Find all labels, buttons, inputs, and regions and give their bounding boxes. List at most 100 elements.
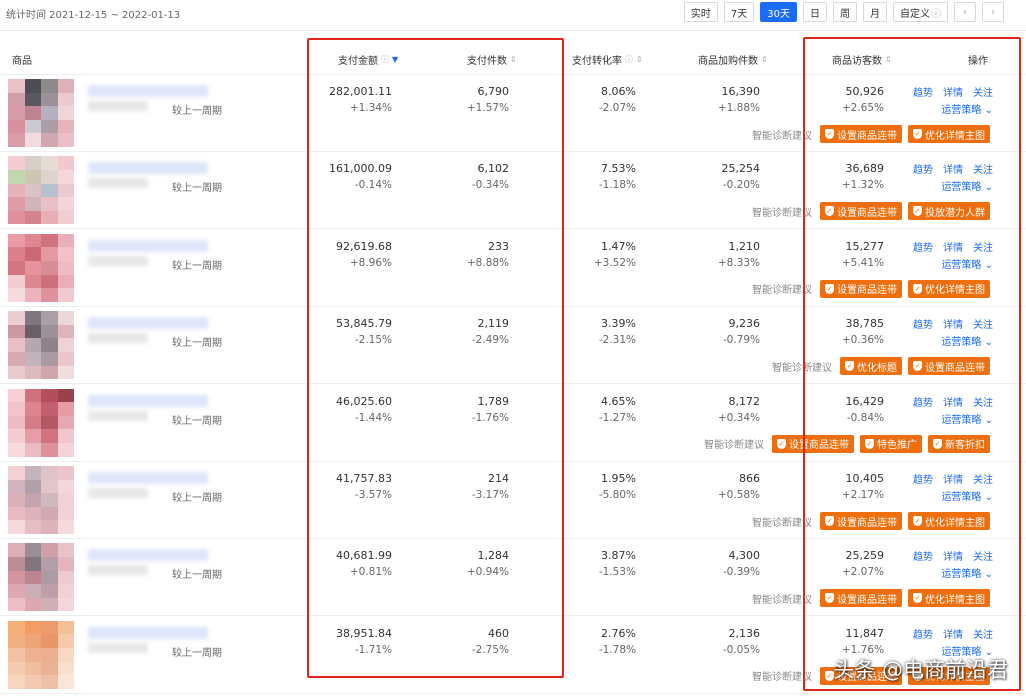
follow-link[interactable]: 关注 (973, 239, 993, 254)
cart-count-value: 4,300 (728, 549, 761, 563)
follow-link[interactable]: 关注 (973, 84, 993, 99)
cart-count-value: 8,172 (728, 394, 761, 408)
visitors-change: +2.65% (841, 102, 884, 114)
detail-link[interactable]: 详情 (943, 161, 963, 176)
follow-link[interactable]: 关注 (973, 161, 993, 176)
product-title-blurred[interactable] (88, 317, 208, 330)
product-title-blurred[interactable] (88, 239, 208, 252)
product-thumbnail[interactable] (8, 233, 74, 302)
operation-strategy-dropdown[interactable]: 运营策略 ⌄ (913, 488, 993, 503)
top-bar: 统计时间 2021-12-15 ~ 2022-01-13 实时 7天 30天 日… (0, 0, 1026, 28)
pay-amount-value: 38,951.84 (336, 626, 392, 640)
product-thumbnail[interactable] (8, 543, 74, 612)
detail-link[interactable]: 详情 (943, 239, 963, 254)
period-realtime-button[interactable]: 实时 (683, 2, 718, 22)
suggestion-tag-button[interactable]: ✓ 设置商品连带 (908, 357, 990, 376)
visitors-value: 25,259 (845, 549, 885, 563)
trend-link[interactable]: 趋势 (913, 471, 933, 486)
suggestion-tag-button[interactable]: ✓ 优化标题 (840, 357, 902, 376)
sort-icon[interactable]: ⇕ (510, 55, 517, 64)
col-visitors[interactable]: 商品访客数 ⇕ (832, 52, 892, 67)
col-pay-amount[interactable]: 支付金额 ⓘ ▼ (338, 52, 398, 67)
suggestion-tag-button[interactable]: ✓ 设置商品连带 (820, 512, 902, 530)
period-week-button[interactable]: 周 (833, 2, 857, 22)
sort-icon[interactable]: ⇕ (636, 55, 643, 64)
detail-link[interactable]: 详情 (943, 84, 963, 99)
table-header: 商品 支付金额 ⓘ ▼ 支付件数 ⇕ 支付转化率 ⓘ ⇕ 商品加购件数 ⇕ 商品访客数 ⇕ 操… (0, 46, 1026, 74)
operation-strategy-dropdown[interactable]: 运营策略 ⌄ (913, 101, 993, 116)
operation-strategy-dropdown[interactable]: 运营策略 ⌄ (913, 411, 993, 426)
suggestion-tag-button[interactable]: ✓ 设置商品连带 (772, 434, 854, 453)
detail-link[interactable]: 详情 (943, 626, 963, 641)
detail-link[interactable]: 详情 (943, 548, 963, 563)
trend-link[interactable]: 趋势 (913, 84, 933, 99)
shield-icon: ✓ (825, 206, 834, 217)
suggestion-tag-button[interactable]: ✓ 优化详情主图 (908, 589, 990, 608)
product-title-blurred[interactable] (88, 394, 208, 407)
period-30d-button[interactable]: 30天 (760, 2, 797, 22)
operation-strategy-label: 运营策略 (941, 492, 982, 503)
period-month-button[interactable]: 月 (863, 2, 887, 22)
detail-link[interactable]: 详情 (943, 471, 963, 486)
follow-link[interactable]: 关注 (973, 626, 993, 641)
suggestion-tag-button[interactable]: ✓ 设置商品连带 (820, 279, 902, 298)
operation-strategy-dropdown[interactable]: 运营策略 ⌄ (913, 333, 993, 348)
sort-icon[interactable]: ⇕ (885, 55, 892, 64)
col-cart-count[interactable]: 商品加购件数 ⇕ (698, 52, 768, 67)
detail-link[interactable]: 详情 (943, 316, 963, 331)
trend-link[interactable]: 趋势 (913, 161, 933, 176)
product-thumbnail[interactable] (8, 388, 74, 457)
trend-link[interactable]: 趋势 (913, 394, 933, 409)
diagnosis-label: 智能诊断建议 (704, 440, 764, 452)
product-thumbnail[interactable] (8, 311, 74, 380)
product-title-blurred[interactable] (88, 626, 208, 639)
period-day-button[interactable]: 日 (803, 2, 827, 22)
product-title-blurred[interactable] (88, 85, 208, 97)
visitors-value: 10,405 (845, 472, 885, 485)
follow-link[interactable]: 关注 (973, 394, 993, 409)
trend-link[interactable]: 趋势 (913, 239, 933, 254)
operation-strategy-dropdown[interactable]: 运营策略 ⌄ (913, 178, 993, 193)
suggestion-tag-button[interactable]: ✓ 优化详情主图 (908, 125, 990, 143)
suggestion-tag-button[interactable]: ✓ 优化详情主图 (908, 279, 990, 298)
suggestion-tag-button[interactable]: ✓ 设置商品连带 (820, 589, 902, 608)
col-conversion[interactable]: 支付转化率 ⓘ ⇕ (572, 52, 643, 67)
trend-link[interactable]: 趋势 (913, 626, 933, 641)
trend-link[interactable]: 趋势 (913, 316, 933, 331)
cart-count-change: +0.58% (717, 489, 760, 501)
suggestion-tag-button[interactable]: ✓ 特色推广 (860, 434, 922, 453)
suggestion-tag-button[interactable]: ✓ 设置商品连带 (820, 125, 902, 143)
suggestion-tag-button[interactable]: ✓ 设置商品连带 (820, 202, 902, 221)
operation-strategy-dropdown[interactable]: 运营策略 ⌄ (913, 565, 993, 580)
sort-icon[interactable]: ⇕ (761, 55, 768, 64)
pay-count-change: -0.34% (471, 179, 509, 192)
pay-amount-value: 282,001.11 (329, 85, 392, 98)
suggestion-tag-button[interactable]: ✓ 投放潜力人群 (908, 202, 990, 221)
product-title-blurred[interactable] (88, 162, 208, 175)
chevron-left-icon[interactable]: ‹ (954, 2, 976, 22)
follow-link[interactable]: 关注 (973, 471, 993, 486)
operation-strategy-dropdown[interactable]: 运营策略 ⌄ (913, 256, 993, 271)
detail-link[interactable]: 详情 (943, 394, 963, 409)
sort-desc-icon[interactable]: ▼ (392, 55, 398, 64)
chevron-right-icon[interactable]: › (982, 2, 1004, 22)
suggestion-tag-button[interactable]: ✓ 优化详情主图 (908, 512, 990, 530)
col-pay-count[interactable]: 支付件数 ⇕ (467, 52, 517, 67)
follow-link[interactable]: 关注 (973, 316, 993, 331)
suggestion-tag-label: 设置商品连带 (837, 207, 897, 219)
period-custom-button[interactable]: 自定义 ⓘ (893, 2, 948, 22)
product-title-blurred[interactable] (88, 549, 208, 562)
visitors-value: 11,847 (845, 626, 885, 640)
product-title-blurred[interactable] (88, 472, 208, 484)
product-thumbnail[interactable] (8, 79, 74, 147)
period-7d-button[interactable]: 7天 (723, 2, 755, 22)
suggestion-tag-button[interactable]: ✓ 新客折扣 (928, 434, 990, 453)
trend-link[interactable]: 趋势 (913, 548, 933, 563)
follow-link[interactable]: 关注 (973, 548, 993, 563)
col-visitors-label: 商品访客数 (832, 56, 882, 67)
product-thumbnail[interactable] (8, 466, 74, 534)
product-thumbnail[interactable] (8, 156, 74, 225)
pay-amount-change: +8.96% (349, 256, 392, 269)
product-thumbnail[interactable] (8, 620, 74, 689)
diagnosis-label: 智能诊断建议 (772, 362, 832, 374)
